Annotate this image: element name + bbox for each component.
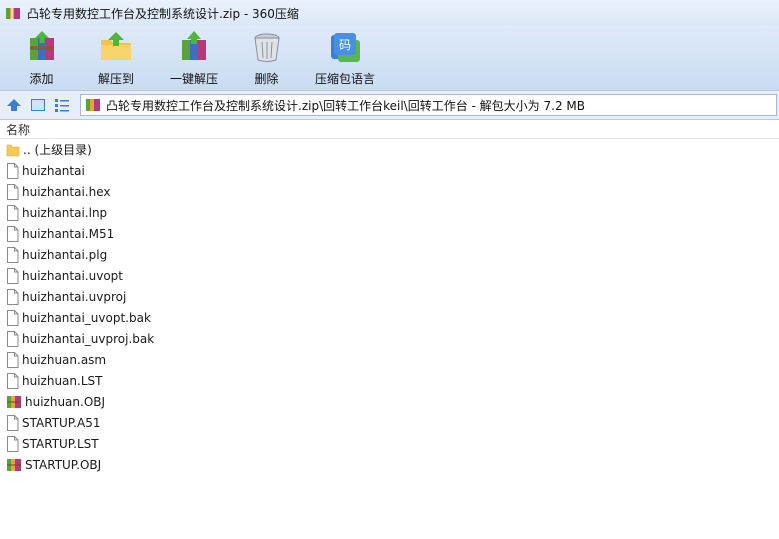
file-name: huizhantai [22,163,85,178]
folder-icon [6,142,20,158]
title-bar: 凸轮专用数控工作台及控制系统设计.zip - 360压缩 [0,0,779,26]
extract-to-button[interactable]: 解压到 [78,26,154,90]
file-row[interactable]: huizhuan.OBJ [0,391,779,412]
file-row[interactable]: huizhantai.plg [0,244,779,265]
file-row[interactable]: huizhuan.asm [0,349,779,370]
archive-file-icon [6,457,22,472]
file-icon [6,288,19,305]
view-list-button[interactable] [52,95,72,115]
address-row: 凸轮专用数控工作台及控制系统设计.zip\回转工作台keil\回转工作台 - 解… [0,90,779,120]
list-view-icon [55,99,69,112]
thumbnail-view-icon [31,99,45,111]
delete-bin-icon [250,30,284,64]
file-icon [6,309,19,326]
file-row[interactable]: huizhantai.uvproj [0,286,779,307]
file-row[interactable]: STARTUP.LST [0,433,779,454]
file-row[interactable]: huizhantai.M51 [0,223,779,244]
file-name: huizhuan.asm [22,352,107,367]
column-header-label: 名称 [6,122,31,137]
add-archive-icon [25,30,59,64]
file-row[interactable]: STARTUP.A51 [0,412,779,433]
file-row[interactable]: huizhantai.uvopt [0,265,779,286]
file-name: huizhantai.hex [22,184,111,199]
parent-directory-row[interactable]: .. (上级目录) [0,139,779,160]
file-name: STARTUP.LST [22,436,99,451]
archive-app-icon [5,5,21,21]
file-icon [6,372,19,389]
file-name: huizhuan.OBJ [25,394,106,409]
file-name: huizhantai.plg [22,247,108,262]
column-header-name[interactable]: 名称 [0,120,779,139]
file-name: huizhantai_uvproj.bak [22,331,155,346]
file-list: .. (上级目录) huizhantai huizhantai.hex huizhan… [0,139,779,475]
arrow-up-icon [7,99,21,111]
one-click-extract-icon [177,30,211,64]
window-title: 凸轮专用数控工作台及控制系统设计.zip - 360压缩 [27,6,299,21]
file-row[interactable]: huizhantai_uvproj.bak [0,328,779,349]
file-name: huizhuan.LST [22,373,103,388]
view-thumbnail-button[interactable] [28,95,48,115]
file-icon [6,183,19,200]
file-row[interactable]: huizhantai_uvopt.bak [0,307,779,328]
up-folder-button[interactable] [4,95,24,115]
address-bar[interactable]: 凸轮专用数控工作台及控制系统设计.zip\回转工作台keil\回转工作台 - 解… [80,94,777,116]
file-name: huizhantai.M51 [22,226,115,241]
file-name: huizhantai.uvopt [22,268,123,283]
file-name: huizhantai_uvopt.bak [22,310,151,325]
one-click-extract-button[interactable]: 一键解压 [154,26,234,90]
archive-file-icon [6,394,22,409]
file-name: .. (上级目录) [23,143,92,157]
file-icon [6,435,19,452]
file-icon [6,351,19,368]
file-icon [6,414,19,431]
svg-text:码: 码 [339,38,351,52]
file-icon [6,204,19,221]
file-icon [6,225,19,242]
file-icon [6,267,19,284]
file-row[interactable]: STARTUP.OBJ [0,454,779,475]
file-icon [6,162,19,179]
archive-language-button[interactable]: 码 压缩包语言 [299,26,391,90]
file-name: huizhantai.uvproj [22,289,127,304]
delete-button[interactable]: 删除 [234,26,299,90]
file-icon [6,330,19,347]
file-icon [6,246,19,263]
file-name: STARTUP.OBJ [25,457,102,472]
toolbar: 添加 解压到 一键解压 删除 码 压缩包语言 [0,26,779,90]
add-label: 添加 [29,72,54,86]
archive-language-icon: 码 [328,30,362,64]
extract-to-icon [99,30,133,64]
file-row[interactable]: huizhantai.hex [0,181,779,202]
file-row[interactable]: huizhantai.lnp [0,202,779,223]
file-row[interactable]: huizhantai [0,160,779,181]
one-click-extract-label: 一键解压 [169,72,218,86]
extract-to-label: 解压到 [97,72,134,86]
archive-path-icon [85,98,101,112]
add-button[interactable]: 添加 [5,26,78,90]
file-row[interactable]: huizhuan.LST [0,370,779,391]
address-path: 凸轮专用数控工作台及控制系统设计.zip\回转工作台keil\回转工作台 - 解… [106,98,585,113]
delete-label: 删除 [254,72,279,86]
archive-language-label: 压缩包语言 [314,72,375,86]
file-name: STARTUP.A51 [22,415,101,430]
file-name: huizhantai.lnp [22,205,108,220]
